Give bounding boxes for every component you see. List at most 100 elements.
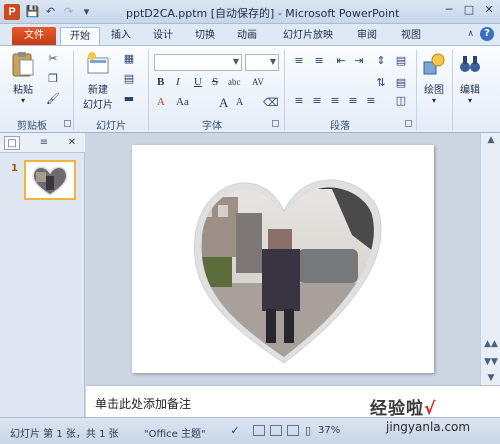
align-right-icon[interactable]: ≡ [328, 94, 342, 108]
group-divider [452, 50, 453, 130]
text-shadow-button[interactable]: abc [228, 77, 241, 87]
copy-icon[interactable]: ❐ [46, 72, 60, 86]
tab-file[interactable]: 文件 [12, 27, 56, 45]
undo-icon[interactable]: ↶ [43, 4, 58, 19]
group-divider [416, 50, 417, 130]
save-icon[interactable]: 💾 [25, 4, 40, 19]
paste-icon [12, 52, 34, 77]
columns-icon[interactable]: ▤ [394, 54, 408, 68]
slides-group-label: 幻灯片 [96, 121, 126, 132]
shrink-font-button[interactable]: A [236, 97, 243, 108]
tab-transitions[interactable]: 切换 [188, 27, 222, 45]
line-spacing-icon[interactable]: ⇕ [374, 54, 388, 68]
drawing-label: 绘图 [424, 85, 444, 96]
quick-access-toolbar: 💾 ↶ ↷ ▾ [25, 4, 94, 19]
ribbon-tabs: 文件 开始 插入 设计 切换 动画 幻灯片放映 审阅 视图 [0, 24, 500, 45]
tab-animations[interactable]: 动画 [230, 27, 264, 45]
decrease-indent-icon[interactable]: ⇤ [334, 54, 348, 68]
bold-button[interactable]: B [157, 76, 164, 88]
notes-pane[interactable]: 单击此处添加备注 [86, 385, 500, 417]
change-case-button[interactable]: Aa [176, 96, 189, 108]
paragraph-launcher-icon[interactable] [405, 120, 412, 127]
help-icon[interactable]: ? [480, 27, 494, 41]
clipboard-group-label: 剪贴板 [17, 121, 47, 132]
slide-canvas[interactable] [132, 145, 434, 373]
slide-sorter-icon[interactable] [270, 425, 282, 436]
tab-view[interactable]: 视图 [394, 27, 428, 45]
paragraph-group-label: 段落 [330, 121, 350, 132]
layout-icon[interactable]: ▦ [122, 52, 136, 66]
minimize-icon[interactable]: ─ [440, 2, 458, 18]
font-group-label: 字体 [202, 121, 222, 132]
window-controls: ─ □ ✕ [440, 2, 498, 18]
increase-indent-icon[interactable]: ⇥ [352, 54, 366, 68]
clipboard-launcher-icon[interactable] [64, 120, 71, 127]
outline-tab-icon[interactable]: ≡ [36, 136, 52, 150]
font-size-combo[interactable]: ▼ [245, 54, 279, 71]
format-painter-icon[interactable]: 🖌 [46, 92, 60, 106]
align-text-icon[interactable]: ▤ [394, 76, 408, 90]
clear-formatting-icon[interactable]: ⌫ [263, 96, 279, 110]
tab-design[interactable]: 设计 [146, 27, 180, 45]
redo-icon[interactable]: ↷ [61, 4, 76, 19]
customize-qat-icon[interactable]: ▾ [79, 4, 94, 19]
close-pane-icon[interactable]: ✕ [64, 136, 80, 150]
reset-icon[interactable]: ▤ [122, 72, 136, 86]
vertical-scrollbar[interactable]: ▲ ▲▲ ▼▼ ▼ [480, 133, 500, 385]
italic-button[interactable]: I [176, 76, 180, 88]
minimize-ribbon-icon[interactable]: ∧ [467, 29, 474, 39]
font-launcher-icon[interactable] [272, 120, 279, 127]
group-divider [284, 50, 285, 130]
new-slide-label-line2: 幻灯片 [83, 100, 113, 111]
previous-slide-icon[interactable]: ▲▲ [484, 339, 498, 349]
paste-button[interactable]: 粘贴 ▾ [8, 50, 38, 105]
font-name-combo[interactable]: ▼ [154, 54, 242, 71]
smartart-icon[interactable]: ◫ [394, 94, 408, 108]
numbering-icon[interactable]: ≡ [312, 54, 326, 68]
next-slide-icon[interactable]: ▼▼ [484, 357, 498, 367]
scroll-up-icon[interactable]: ▲ [484, 135, 498, 145]
tab-slideshow[interactable]: 幻灯片放映 [276, 27, 340, 45]
slides-tab-icon[interactable]: □ [4, 136, 20, 150]
close-icon[interactable]: ✕ [480, 2, 498, 18]
notes-placeholder[interactable]: 单击此处添加备注 [95, 395, 191, 412]
theme-status[interactable]: "Office 主题" [144, 425, 206, 440]
slide-thumbnail[interactable] [24, 160, 76, 200]
normal-view-icon[interactable] [253, 425, 265, 436]
title-bar: P 💾 ↶ ↷ ▾ pptD2CA.pptm [自动保存的] - Microso… [0, 0, 500, 24]
justify-icon[interactable]: ≡ [346, 94, 360, 108]
bullets-icon[interactable]: ≡ [292, 54, 306, 68]
slide-editing-area [86, 133, 480, 385]
slides-pane: □ ≡ ✕ 1 [0, 133, 85, 417]
tab-home[interactable]: 开始 [60, 27, 100, 45]
char-spacing-button[interactable]: AV [252, 77, 264, 87]
group-divider [73, 50, 74, 130]
maximize-icon[interactable]: □ [460, 2, 478, 18]
zoom-level[interactable]: 37% [318, 425, 340, 436]
chevron-down-icon[interactable]: ▼ [233, 57, 239, 66]
new-slide-button[interactable]: 新建 幻灯片 [80, 50, 116, 111]
chevron-down-icon[interactable]: ▼ [270, 57, 276, 66]
section-icon[interactable]: ▬ [122, 92, 136, 106]
slideshow-view-icon[interactable]: ▯ [301, 424, 315, 438]
tab-review[interactable]: 审阅 [350, 27, 384, 45]
align-left-icon[interactable]: ≡ [292, 94, 306, 108]
strikethrough-button[interactable]: S [212, 76, 218, 88]
align-center-icon[interactable]: ≡ [310, 94, 324, 108]
cut-icon[interactable]: ✂ [46, 52, 60, 66]
font-color-button[interactable]: A [157, 96, 165, 108]
spellcheck-icon[interactable]: ✓ [228, 424, 242, 438]
paste-dropdown-icon[interactable]: ▾ [8, 96, 38, 105]
drawing-button[interactable]: 绘图 ▾ [418, 50, 450, 105]
reading-view-icon[interactable] [287, 425, 299, 436]
underline-button[interactable]: U [194, 76, 202, 88]
powerpoint-app-icon[interactable]: P [4, 4, 20, 20]
tab-insert[interactable]: 插入 [104, 27, 138, 45]
grow-font-button[interactable]: A [219, 95, 228, 111]
distribute-icon[interactable]: ≡ [364, 94, 378, 108]
scroll-down-icon[interactable]: ▼ [484, 373, 498, 383]
text-direction-icon[interactable]: ⇅ [374, 76, 388, 90]
editing-button[interactable]: 编辑 ▾ [454, 50, 486, 105]
heart-photo-shape[interactable] [132, 145, 434, 373]
slides-pane-tabs: □ ≡ ✕ [0, 133, 85, 153]
